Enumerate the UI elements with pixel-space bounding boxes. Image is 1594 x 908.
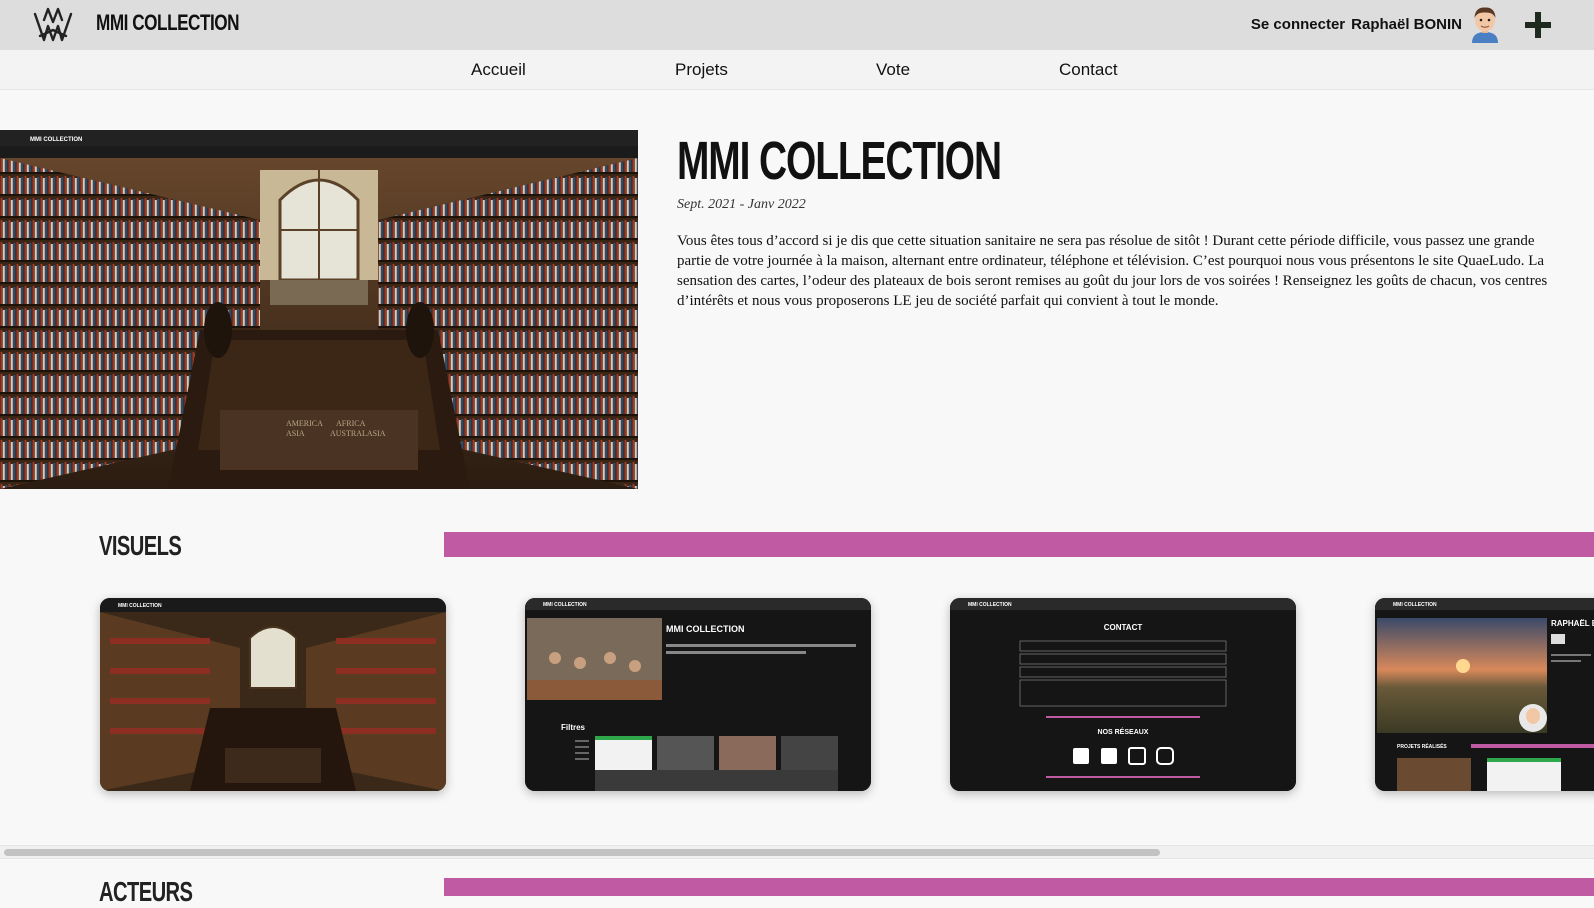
- top-bar: MMI COLLECTION Se connecter Raphaël BONIN: [0, 0, 1594, 50]
- scrollbar-thumb[interactable]: [4, 849, 1160, 856]
- svg-text:MMI COLLECTION: MMI COLLECTION: [543, 602, 587, 608]
- svg-text:MMI COLLECTION: MMI COLLECTION: [1393, 602, 1437, 608]
- nav-item-contact[interactable]: Contact: [1059, 60, 1118, 80]
- svg-text:ASIA: ASIA: [286, 429, 305, 438]
- svg-text:MMI COLLECTION: MMI COLLECTION: [30, 137, 82, 143]
- visual-thumbnail-3[interactable]: MMI COLLECTION CONTACT NOS RÉSEAUX: [950, 598, 1296, 791]
- library-screenshot: MMI COLLECTION: [100, 598, 446, 791]
- horizontal-scrollbar[interactable]: [0, 845, 1594, 859]
- project-description: Vous êtes tous d’accord si je dis que ce…: [677, 233, 1548, 309]
- contact-page-screenshot: MMI COLLECTION CONTACT NOS RÉSEAUX: [950, 598, 1296, 791]
- login-link[interactable]: Se connecter: [1251, 16, 1345, 33]
- plus-icon[interactable]: [1524, 11, 1552, 39]
- project-cover-image: MMI COLLECTION AMERICA AFRICA ASIA AUSTR…: [0, 130, 638, 489]
- svg-text:NOS RÉSEAUX: NOS RÉSEAUX: [1098, 727, 1149, 736]
- main-nav: Accueil Projets Vote Contact: [0, 50, 1594, 90]
- svg-text:AUSTRALASIA: AUSTRALASIA: [330, 429, 386, 438]
- section-title-visuels: VISUELS: [99, 530, 182, 561]
- section-title-acteurs: ACTEURS: [99, 876, 193, 907]
- visual-thumbnail-1[interactable]: MMI COLLECTION: [100, 598, 446, 791]
- user-avatar[interactable]: [1468, 5, 1502, 43]
- svg-text:AFRICA: AFRICA: [336, 419, 366, 428]
- svg-text:CONTACT: CONTACT: [1104, 623, 1143, 632]
- library-image: MMI COLLECTION AMERICA AFRICA ASIA AUSTR…: [0, 130, 638, 489]
- svg-text:MMI COLLECTION: MMI COLLECTION: [968, 602, 1012, 608]
- crown-logo-icon[interactable]: [32, 6, 74, 44]
- visual-thumbnail-2[interactable]: MMI COLLECTION MMI COLLECTION Filtres: [525, 598, 871, 791]
- svg-text:MMI COLLECTION: MMI COLLECTION: [118, 603, 162, 609]
- svg-text:Filtres: Filtres: [561, 723, 586, 732]
- brand-title[interactable]: MMI COLLECTION: [96, 10, 240, 36]
- nav-item-vote[interactable]: Vote: [876, 60, 910, 80]
- section-divider-acteurs: [444, 878, 1594, 896]
- svg-text:AMERICA: AMERICA: [286, 419, 323, 428]
- nav-item-projets[interactable]: Projets: [675, 60, 728, 80]
- project-title: MMI COLLECTION: [677, 131, 1002, 191]
- profile-page-screenshot: MMI COLLECTION RAPHAËL BONI PROJETS RÉAL…: [1375, 598, 1594, 791]
- svg-text:RAPHAËL BONI: RAPHAËL BONI: [1551, 619, 1594, 628]
- project-dates: Sept. 2021 - Janv 2022: [677, 197, 806, 212]
- svg-text:MMI COLLECTION: MMI COLLECTION: [666, 624, 745, 634]
- projects-page-screenshot: MMI COLLECTION MMI COLLECTION Filtres: [525, 598, 871, 791]
- svg-text:PROJETS RÉALISÉS: PROJETS RÉALISÉS: [1397, 742, 1447, 750]
- user-name[interactable]: Raphaël BONIN: [1351, 16, 1462, 33]
- section-divider-visuels: [444, 532, 1594, 557]
- user-area: Se connecter Raphaël BONIN: [1251, 16, 1462, 33]
- nav-item-accueil[interactable]: Accueil: [471, 60, 526, 80]
- visual-thumbnail-4[interactable]: MMI COLLECTION RAPHAËL BONI PROJETS RÉAL…: [1375, 598, 1594, 791]
